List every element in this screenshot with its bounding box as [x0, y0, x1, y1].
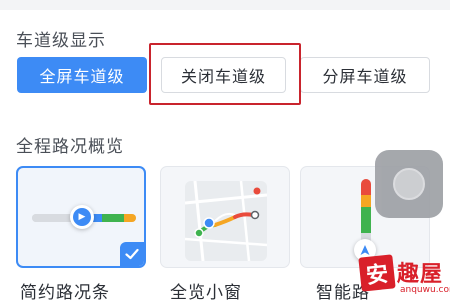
- lane-display-title: 车道级显示: [16, 31, 106, 51]
- simple-traffic-bar-card[interactable]: ▶: [16, 166, 146, 268]
- watermark-url: anquwu.com: [400, 285, 450, 295]
- watermark-badge: 安: [358, 254, 396, 292]
- route-overview-title: 全程路况概览: [16, 137, 124, 157]
- selected-check-icon: [120, 242, 144, 266]
- card-label-simple: 简约路况条: [20, 283, 110, 300]
- assistive-touch-icon: [393, 168, 425, 200]
- position-arrow-icon: ▶: [70, 205, 94, 229]
- overview-mini-window-card[interactable]: [160, 166, 290, 268]
- watermark-logo: 安 趣屋 anquwu.com: [358, 252, 450, 300]
- fullscreen-lane-button[interactable]: 全屏车道级: [17, 57, 147, 93]
- annotation-highlight-box: [149, 43, 301, 105]
- watermark-text: 趣屋: [397, 262, 444, 287]
- floating-assistive-button[interactable]: [375, 150, 443, 218]
- mini-map-preview: [185, 181, 267, 261]
- card-label-overview: 全览小窗: [170, 283, 242, 300]
- top-edge: [0, 0, 450, 10]
- splitscreen-lane-button[interactable]: 分屏车道级: [300, 57, 430, 93]
- vertical-traffic-bar: [361, 179, 371, 245]
